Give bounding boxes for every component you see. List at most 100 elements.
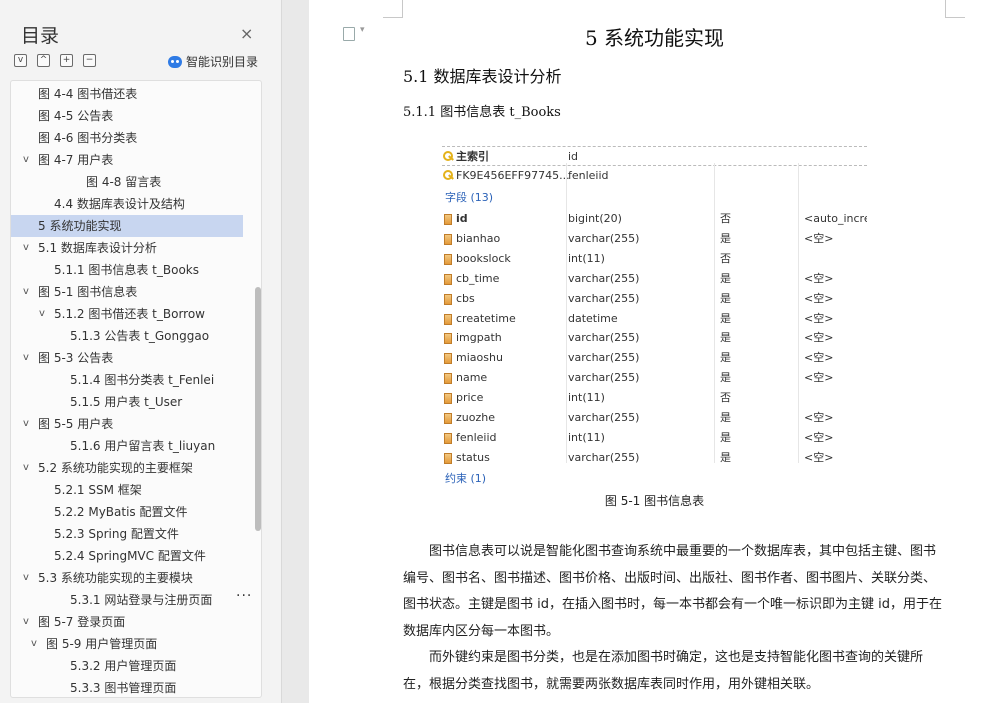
field-icon [444,293,452,305]
field-row: price int(11) 否 [442,388,867,408]
field-row: status varchar(255) 是 <空> [442,448,867,468]
field-row: bookslock int(11) 否 [442,249,867,269]
field-type: datetime [568,311,618,325]
field-row: cbs varchar(255) 是 <空> [442,289,867,309]
field-name: imgpath [456,331,502,345]
chevron-down-icon[interactable]: v [23,149,29,171]
field-default: <空> [804,331,834,345]
key-column: id [568,150,579,163]
collapse-all-button[interactable]: v [14,54,27,67]
field-nullable: 是 [720,271,731,285]
chevron-down-icon[interactable]: v [31,633,37,655]
section-heading: 5.1 数据库表设计分析 [403,67,562,86]
field-name: createtime [456,311,516,325]
field-name: bookslock [456,251,511,265]
chevron-down-icon[interactable]: v [23,457,29,479]
toc-panel: 目录 × v ^ + − 智能识别目录 5.3.3 图书管理页面 5.3.2 用户… [0,0,282,703]
toc-item[interactable]: 5.1.5 用户表 t_User [11,391,243,413]
toc-item[interactable]: 图 4-8 留言表 [11,171,243,193]
table-grid-line [714,163,715,463]
toc-item[interactable]: v 图 5-7 登录页面 [11,611,243,633]
toc-item[interactable]: v 5.3 系统功能实现的主要模块 [11,567,243,589]
chevron-down-icon[interactable]: v [23,281,29,303]
chevron-down-icon[interactable]: v [39,303,45,325]
field-type: int(11) [568,430,605,444]
toc-item[interactable]: v 图 4-7 用户表 [11,149,243,171]
field-name: price [456,391,484,405]
toc-item[interactable]: v 5.2 系统功能实现的主要框架 [11,457,243,479]
chevron-down-icon[interactable]: v [23,567,29,589]
expand-up-button[interactable]: ^ [37,54,50,67]
smart-toc-button[interactable]: 智能识别目录 [168,53,258,70]
toc-item[interactable]: 5.1.4 图书分类表 t_Fenlei [11,369,243,391]
toc-item[interactable]: 5.3.2 用户管理页面 [11,655,243,677]
table-grid-line [798,163,799,463]
toc-item[interactable]: 5.1.3 公告表 t_Gonggao [11,325,243,347]
toc-item[interactable]: v 图 5-5 用户表 [11,413,243,435]
toc-item-label: 图 4-6 图书分类表 [38,131,138,145]
toc-item-label: 图 5-1 图书信息表 [38,285,138,299]
toc-item[interactable]: v 5.1 数据库表设计分析 [11,237,243,259]
toc-item[interactable]: 5.2.4 SpringMVC 配置文件 [11,545,243,567]
toc-item[interactable]: v 图 5-3 公告表 [11,347,243,369]
field-row: id bigint(20) 否 <auto_increment> [442,209,867,229]
field-row: zuozhe varchar(255) 是 <空> [442,408,867,428]
field-nullable: 是 [720,231,731,245]
toc-item[interactable]: 图 4-6 图书分类表 [11,127,243,149]
remove-heading-button[interactable]: − [83,54,96,67]
toc-item[interactable]: 图 4-4 图书借还表 [11,83,243,105]
toc-item-label: 5.1.3 公告表 t_Gonggao [70,329,210,343]
field-icon [444,373,452,385]
field-default: <空> [804,271,834,285]
toc-item[interactable]: v 图 5-1 图书信息表 [11,281,243,303]
chevron-down-icon[interactable]: v [23,611,29,633]
field-row: imgpath varchar(255) 是 <空> [442,328,867,348]
toc-item[interactable]: 5.1.1 图书信息表 t_Books [11,259,243,281]
db-table-figure: 主索引 id FK9E456EFF97745... fenleiid 字段 (1… [442,143,867,485]
field-type: varchar(255) [568,411,640,424]
toc-item-label: 5.1.6 用户留言表 t_liuyan [70,439,216,453]
paragraph-line: 图书信息表可以说是智能化图书查询系统中最重要的一个数据库表，其中包括主 [429,544,885,559]
toc-item-label: 5 系统功能实现 [38,219,122,233]
toc-title: 目录 [21,25,60,47]
more-icon[interactable]: ... [236,584,252,600]
toc-item[interactable]: 5.2.2 MyBatis 配置文件 [11,501,243,523]
toc-item[interactable]: 图 4-5 公告表 [11,105,243,127]
field-icon [444,432,452,444]
toc-item[interactable]: 5.3.3 图书管理页面 [11,677,243,697]
toc-item[interactable]: 5.2.1 SSM 框架 [11,479,243,501]
toc-item[interactable]: v 5.1.2 图书借还表 t_Borrow [11,303,243,325]
field-name: fenleiid [456,430,497,444]
field-name: name [456,371,488,385]
field-row: cb_time varchar(255) 是 <空> [442,269,867,289]
chevron-down-icon[interactable]: v [23,347,29,369]
close-icon[interactable]: × [240,24,253,43]
field-row: createtime datetime 是 <空> [442,309,867,329]
field-icon [444,313,452,325]
field-name: cb_time [456,271,500,285]
toc-item-label: 5.1 数据库表设计分析 [38,241,157,255]
toc-item[interactable]: v 图 5-9 用户管理页面 [11,633,243,655]
add-heading-button[interactable]: + [60,54,73,67]
chevron-down-icon[interactable]: v [23,237,29,259]
toc-item-label: 图 4-7 用户表 [38,153,114,167]
field-icon [444,413,452,424]
field-row: fenleiid int(11) 是 <空> [442,428,867,448]
chevron-down-icon[interactable]: v [23,413,29,435]
constraints-section-label: 约束 (1) [442,469,867,485]
toc-item-label: 5.1.4 图书分类表 t_Fenlei [70,373,215,387]
toc-item[interactable]: 5.1.6 用户留言表 t_liuyan [11,435,243,457]
toc-item[interactable]: 5 系统功能实现 [11,215,243,237]
field-type: int(11) [568,391,605,405]
field-row: miaoshu varchar(255) 是 <空> [442,348,867,368]
toc-item[interactable]: 5.2.3 Spring 配置文件 [11,523,243,545]
field-type: bigint(20) [568,212,622,225]
field-icon [444,273,452,285]
toc-scrollbar[interactable] [255,287,261,531]
field-name: bianhao [456,231,501,245]
toc-item[interactable]: 4.4 数据库表设计及结构 [11,193,243,215]
body-paragraph: 而外键约束是图书分类，也是在添加图书时确定，这也是支持智能化图书查询的关键所在，… [403,645,943,698]
toc-item[interactable]: 5.3.1 网站登录与注册页面 [11,589,243,611]
toc-toolbar: v ^ + − [14,54,96,67]
field-name: status [456,450,490,464]
